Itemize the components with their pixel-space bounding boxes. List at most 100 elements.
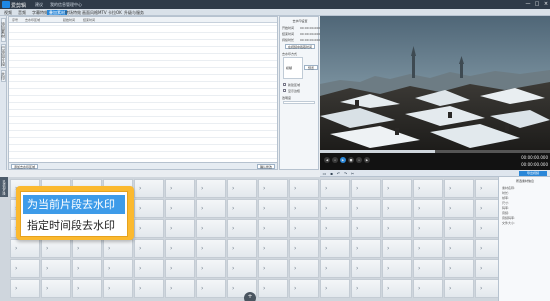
timeline-slot[interactable]: ›	[351, 239, 381, 258]
close-button[interactable]: ×	[542, 1, 550, 8]
timeline-slot[interactable]: ›	[320, 179, 350, 198]
timeline-slot[interactable]: ›	[196, 279, 226, 298]
end-time-value[interactable]: 00:00:00.000	[300, 32, 320, 36]
timeline-slot[interactable]: ›	[134, 199, 164, 218]
timeline-slot[interactable]: ›	[475, 219, 498, 238]
timeline-slot[interactable]: ›	[165, 179, 195, 198]
timeline-slot[interactable]: ›	[382, 279, 412, 298]
timeline-slot[interactable]: ›	[103, 259, 133, 278]
next-frame-icon[interactable]: ▶	[364, 157, 370, 163]
timeline-slot[interactable]: ›	[320, 279, 350, 298]
tab-added-clips[interactable]: 已添加片段	[1, 44, 6, 68]
show-border-checkbox[interactable]	[283, 89, 286, 92]
timeline-slot[interactable]: ›	[227, 259, 257, 278]
timeline-slot[interactable]: ›	[72, 279, 102, 298]
timeline-slot[interactable]: ›	[258, 179, 288, 198]
timeline-slot[interactable]: ›	[258, 259, 288, 278]
save-icon[interactable]: ▪	[329, 171, 334, 176]
maximize-button[interactable]: □	[533, 1, 541, 8]
timeline-slot[interactable]: ›	[134, 179, 164, 198]
timeline-slot[interactable]: ›	[41, 279, 71, 298]
timeline-slot[interactable]: ›	[289, 219, 319, 238]
timeline-slot[interactable]: ›	[382, 259, 412, 278]
timeline-slot[interactable]: ›	[196, 199, 226, 218]
timeline-slot[interactable]: ›	[41, 259, 71, 278]
timeline-slot[interactable]: ›	[103, 239, 133, 258]
export-video-button[interactable]: 导出视频	[519, 171, 547, 176]
timeline-slot[interactable]: ›	[72, 239, 102, 258]
timeline-slot[interactable]: ›	[134, 219, 164, 238]
timeline-slot[interactable]: ›	[413, 219, 443, 238]
timeline-slot[interactable]: ›	[165, 219, 195, 238]
timeline-slot[interactable]: ›	[444, 259, 474, 278]
timeline-slot[interactable]: ›	[382, 239, 412, 258]
timeline-slot[interactable]: ›	[289, 199, 319, 218]
timeline-slot[interactable]: ›	[413, 199, 443, 218]
timeline-slot[interactable]: ›	[444, 199, 474, 218]
timeline-slot[interactable]: ›	[320, 259, 350, 278]
timeline-slot[interactable]: ›	[320, 199, 350, 218]
timeline-slot[interactable]: ›	[258, 199, 288, 218]
suggest-link[interactable]: 建议	[35, 2, 43, 8]
minimize-button[interactable]: —	[524, 1, 532, 8]
timeline-slot[interactable]: ›	[103, 279, 133, 298]
timeline-slot[interactable]: ›	[320, 219, 350, 238]
timeline-slot[interactable]: ›	[10, 259, 40, 278]
timeline-slot[interactable]: ›	[351, 259, 381, 278]
timeline-slot[interactable]: ›	[196, 239, 226, 258]
timeline-slot[interactable]: ›	[258, 219, 288, 238]
undo-icon[interactable]: ↶	[336, 171, 341, 176]
timeline-slot[interactable]: ›	[165, 199, 195, 218]
current-clip-remove-watermark-option[interactable]: 为当前片段去水印	[23, 195, 125, 214]
timeline-slot[interactable]: ›	[165, 259, 195, 278]
timeline-slot[interactable]: ›	[444, 239, 474, 258]
timeline-slot[interactable]: ›	[475, 279, 498, 298]
timeline-slot[interactable]: ›	[413, 239, 443, 258]
tab-add-media[interactable]: 添加素材	[1, 18, 6, 42]
timeline-slot[interactable]: ›	[444, 219, 474, 238]
timeline-slot[interactable]: ›	[444, 279, 474, 298]
timeline-slot[interactable]: ›	[475, 259, 498, 278]
timeline-slot[interactable]: ›	[351, 179, 381, 198]
timeline-slot[interactable]: ›	[444, 179, 474, 198]
timeline-slot[interactable]: ›	[413, 179, 443, 198]
timeline-slot[interactable]: ›	[227, 179, 257, 198]
new-region-checkbox[interactable]	[283, 83, 286, 86]
forward-icon[interactable]: »	[356, 157, 362, 163]
folder-icon[interactable]: ▭	[322, 171, 327, 176]
timeline-slot[interactable]: ›	[258, 279, 288, 298]
timeline-slot[interactable]: ›	[413, 279, 443, 298]
menu-video[interactable]: 视频	[2, 10, 14, 15]
timeline-slot[interactable]: ›	[134, 239, 164, 258]
timeline-slot[interactable]: ›	[475, 199, 498, 218]
menu-upgrade[interactable]: 升级与服务	[122, 10, 146, 15]
timeline-slot[interactable]: ›	[227, 219, 257, 238]
timeline-slot[interactable]: ›	[382, 179, 412, 198]
timeline-slot[interactable]: ›	[351, 219, 381, 238]
stop-icon[interactable]: ■	[348, 157, 354, 163]
timeline-slot[interactable]: ›	[227, 199, 257, 218]
confirm-button[interactable]: 确认修改	[257, 164, 275, 169]
timeline-slot[interactable]: ›	[289, 239, 319, 258]
timeline-slot[interactable]: ›	[258, 239, 288, 258]
timeline-slot[interactable]: ›	[196, 259, 226, 278]
menu-audio[interactable]: 音频	[16, 10, 28, 15]
timeline-slot[interactable]: ›	[134, 259, 164, 278]
timeline-slot[interactable]: ›	[10, 239, 40, 258]
cut-icon[interactable]: ✂	[350, 171, 355, 176]
mode-preview-box[interactable]: 模糊	[283, 57, 303, 79]
preview-button[interactable]: 预览	[304, 65, 318, 70]
timeline-slot[interactable]: ›	[320, 239, 350, 258]
timeline-slot[interactable]: ›	[289, 279, 319, 298]
opacity-slider[interactable]	[283, 101, 315, 104]
pick-time-button[interactable]: 在视频中截取时间	[285, 44, 315, 49]
timeline-slot[interactable]: ›	[475, 239, 498, 258]
start-time-value[interactable]: 00:00:00.000	[300, 26, 320, 30]
plus-icon[interactable]: +	[244, 292, 256, 301]
timeline-slot[interactable]: ›	[72, 259, 102, 278]
timeline-slot[interactable]: ›	[165, 239, 195, 258]
timeline-slot[interactable]: ›	[382, 219, 412, 238]
play-icon[interactable]: ▶	[340, 157, 346, 163]
timeline-slot[interactable]: ›	[289, 179, 319, 198]
timeline-slot[interactable]: ›	[351, 279, 381, 298]
